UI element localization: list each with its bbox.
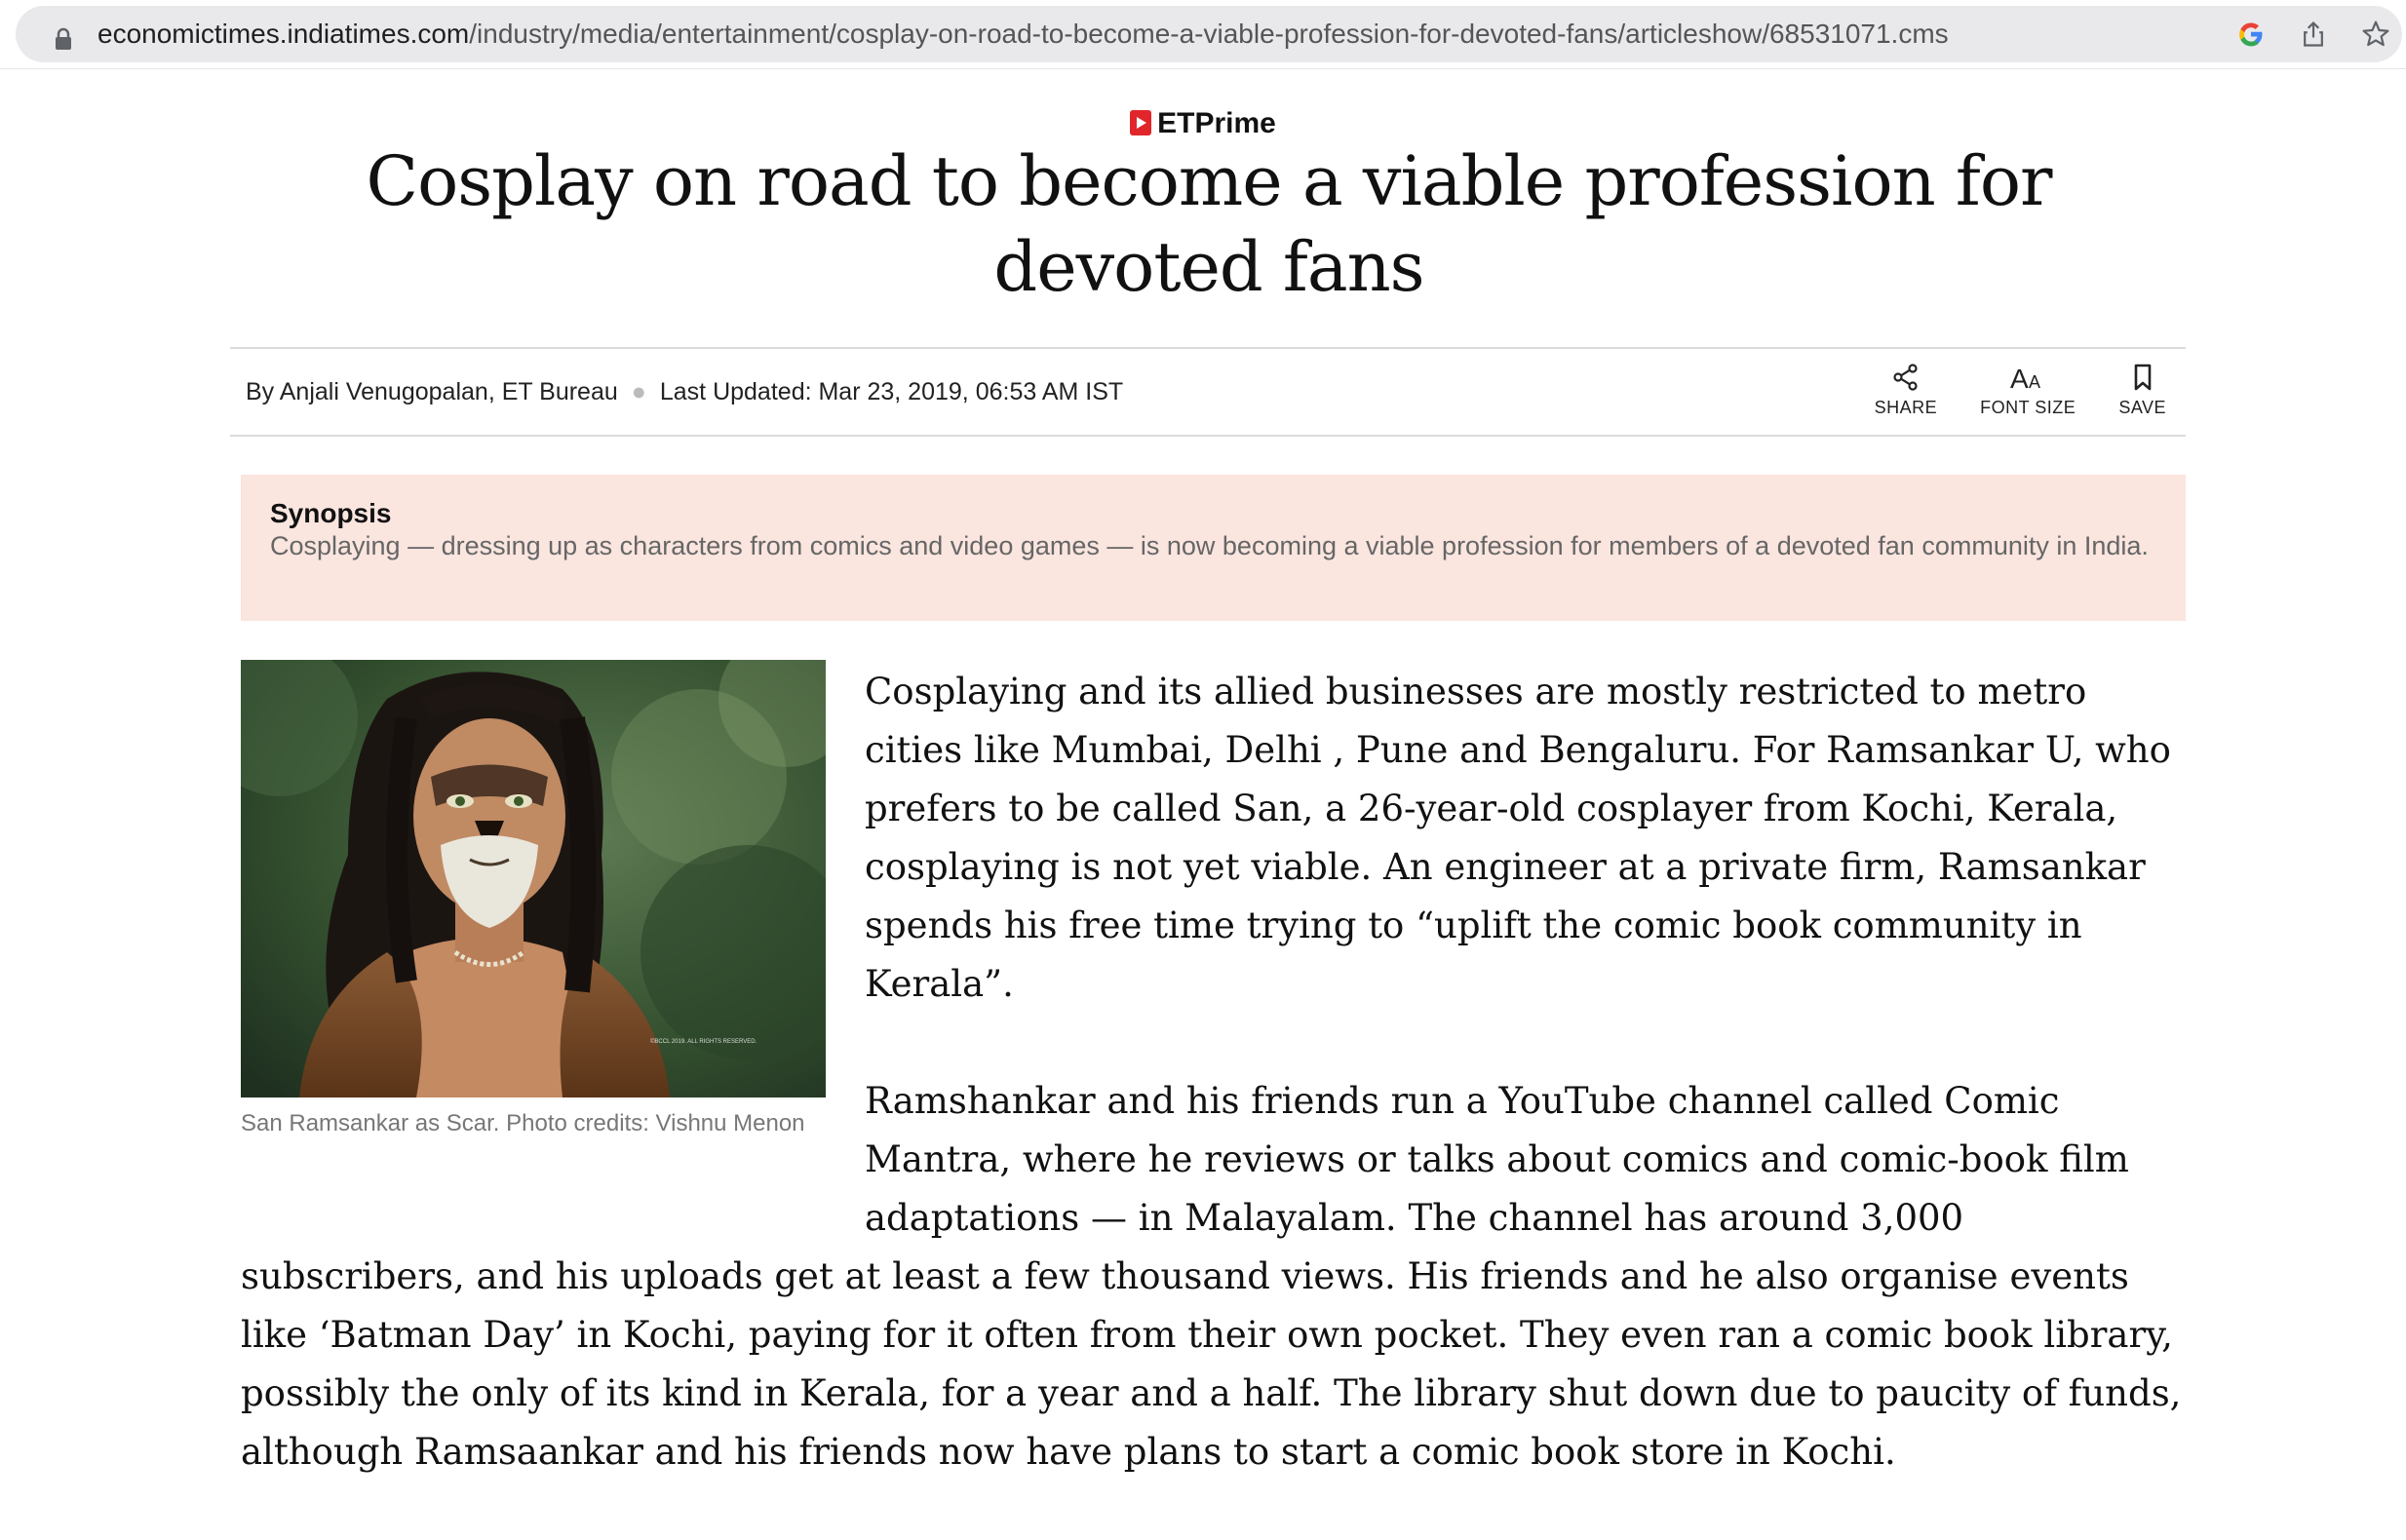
synopsis-title: Synopsis: [270, 498, 392, 528]
article-meta-bar: By Anjali Venugopalan, ET Bureau ● Last Up…: [230, 347, 2186, 437]
font-size-icon: A A: [2010, 364, 2040, 392]
font-size-label: FONT SIZE: [1980, 398, 2076, 417]
article-headline: Cosplay on road to become a viable profe…: [366, 141, 2053, 307]
etprime-logo-icon: [1130, 110, 1152, 135]
lock-icon: [56, 27, 71, 50]
font-size-button[interactable]: A A FONT SIZE: [1980, 363, 2076, 418]
google-icon[interactable]: [2234, 18, 2268, 51]
synopsis-box: Synopsis Cosplaying — dressing up as cha…: [241, 475, 2186, 621]
save-label: SAVE: [2118, 398, 2166, 417]
synopsis-text: Cosplaying — dressing up as characters f…: [270, 531, 2149, 560]
url-text[interactable]: economictimes.indiatimes.com/industry/me…: [97, 6, 1949, 62]
author[interactable]: By Anjali Venugopalan, ET Bureau: [246, 378, 618, 405]
article-body: Cosplaying and its allied businesses are…: [241, 663, 2191, 1540]
bookmark-icon: [2134, 364, 2151, 391]
share-page-icon[interactable]: [2297, 18, 2330, 51]
url-domain: economictimes.indiatimes.com: [97, 19, 470, 49]
image-float-spacer: [241, 663, 865, 1209]
svg-text:A: A: [2010, 364, 2029, 392]
address-bar[interactable]: economictimes.indiatimes.com/industry/me…: [16, 6, 2402, 62]
share-label: SHARE: [1874, 398, 1938, 417]
bookmark-star-icon[interactable]: [2359, 18, 2392, 51]
save-button[interactable]: SAVE: [2118, 363, 2166, 418]
share-button[interactable]: SHARE: [1875, 363, 1938, 418]
address-bar-icons: [2234, 6, 2392, 62]
browser-toolbar: economictimes.indiatimes.com/industry/me…: [0, 0, 2406, 69]
etprime-kicker[interactable]: ETPrime: [0, 107, 2406, 140]
kicker-label: ETPrime: [1157, 107, 1276, 139]
separator-dot: ●: [631, 378, 646, 405]
byline: By Anjali Venugopalan, ET Bureau ● Last Up…: [246, 349, 1123, 435]
last-updated: Last Updated: Mar 23, 2019, 06:53 AM IST: [659, 378, 1124, 405]
share-icon: [1893, 364, 1918, 391]
svg-text:A: A: [2029, 372, 2040, 392]
article-actions: SHARE A A FONT SIZE SAVE: [1875, 363, 2166, 418]
url-path: /industry/media/entertainment/cosplay-on…: [469, 19, 1949, 49]
